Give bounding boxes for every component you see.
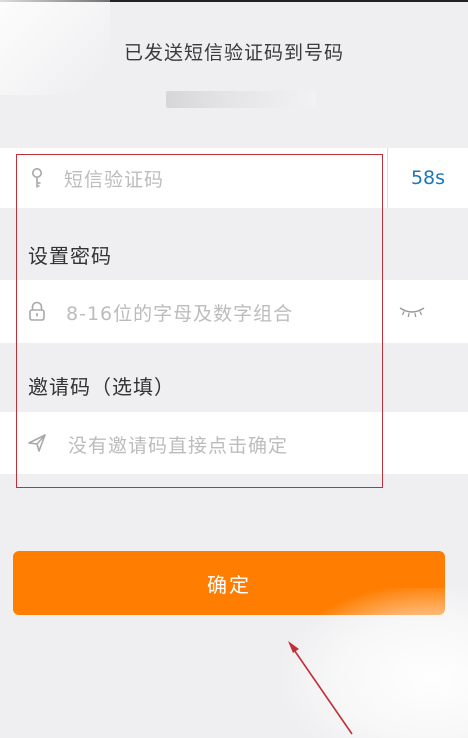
sms-code-input[interactable]: 短信验证码 (64, 165, 164, 192)
password-input[interactable]: 8-16位的字母及数字组合 (66, 299, 293, 326)
resend-countdown-button[interactable]: 58s (388, 148, 468, 208)
sms-code-row: 短信验证码 58s (0, 148, 468, 208)
password-section-label: 设置密码 (28, 244, 112, 268)
eye-closed-icon[interactable] (398, 302, 426, 320)
annotation-arrow (288, 641, 353, 735)
password-row: 8-16位的字母及数字组合 (0, 280, 468, 343)
invite-code-input[interactable]: 没有邀请码直接点击确定 (68, 431, 288, 458)
lock-icon (26, 300, 48, 322)
page-title: 已发送短信验证码到号码 (123, 42, 344, 64)
send-icon (26, 432, 48, 454)
invite-code-row: 没有邀请码直接点击确定 (0, 412, 468, 474)
invite-section-label: 邀请码（选填） (28, 375, 175, 399)
masked-phone-number (166, 91, 316, 108)
key-icon (26, 167, 48, 189)
